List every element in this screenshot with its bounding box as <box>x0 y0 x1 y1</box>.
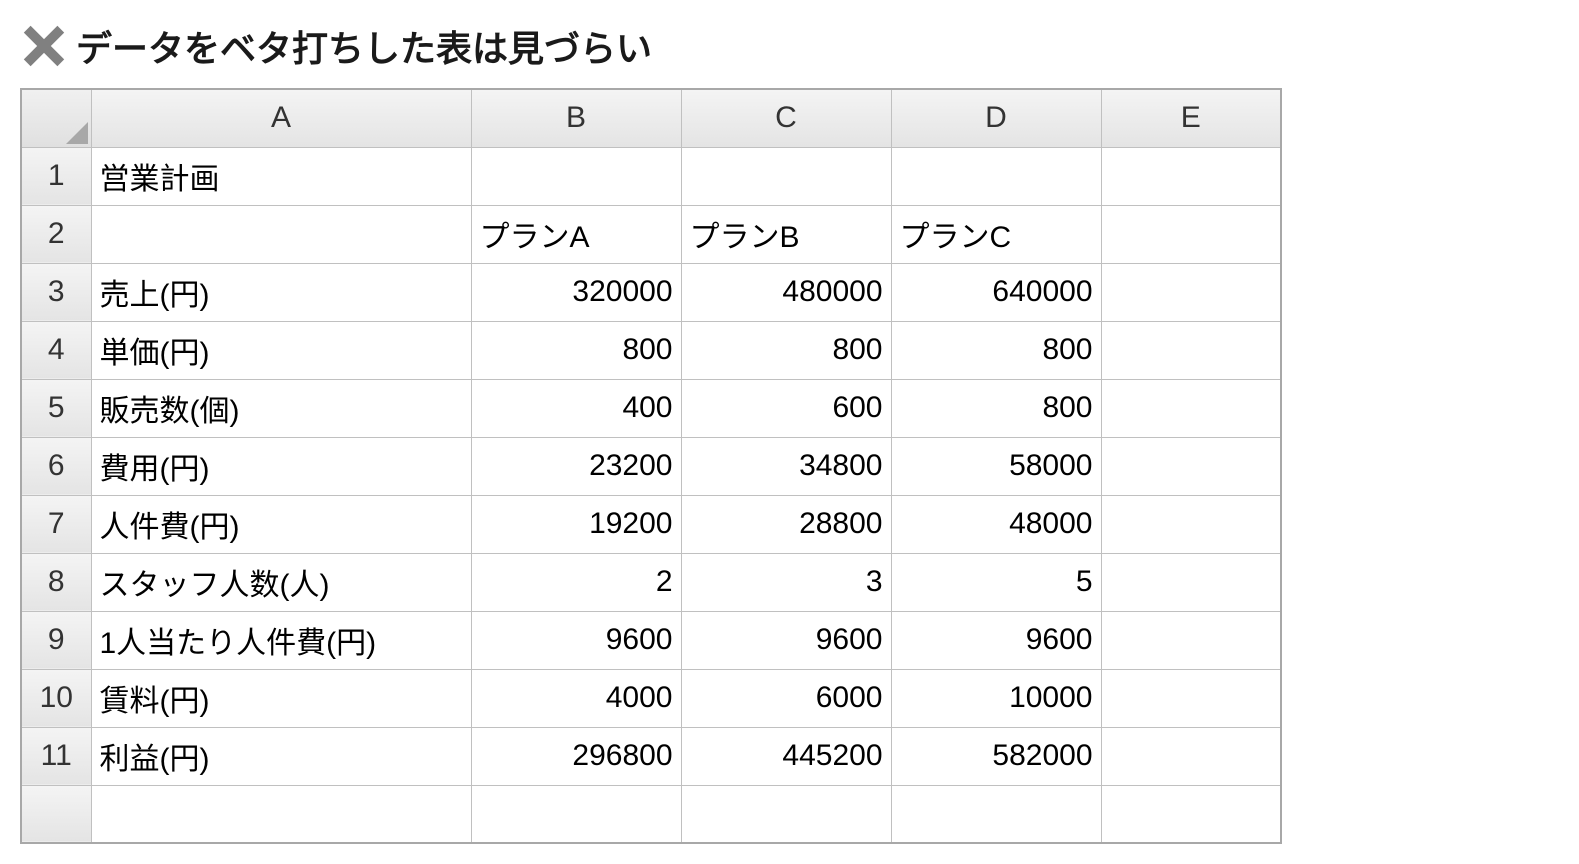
cell-A11[interactable]: 利益(円) <box>91 727 471 785</box>
cell-D6[interactable]: 58000 <box>891 437 1101 495</box>
cell-A5[interactable]: 販売数(個) <box>91 379 471 437</box>
cell-D1[interactable] <box>891 147 1101 205</box>
cell-B8[interactable]: 2 <box>471 553 681 611</box>
table-row: 1 営業計画 <box>21 147 1281 205</box>
cell-C10[interactable]: 6000 <box>681 669 891 727</box>
table-row: 6 費用(円) 23200 34800 58000 <box>21 437 1281 495</box>
cell-A8[interactable]: スタッフ人数(人) <box>91 553 471 611</box>
page-heading: データをベタ打ちした表は見づらい <box>20 20 1559 72</box>
cell-A6[interactable]: 費用(円) <box>91 437 471 495</box>
table-row: 8 スタッフ人数(人) 2 3 5 <box>21 553 1281 611</box>
col-header-D[interactable]: D <box>891 89 1101 147</box>
cell-D3[interactable]: 640000 <box>891 263 1101 321</box>
cell-B10[interactable]: 4000 <box>471 669 681 727</box>
cell-C6[interactable]: 34800 <box>681 437 891 495</box>
spreadsheet-grid: A B C D E 1 営業計画 2 プランA プランB プランC 3 売上(円… <box>20 88 1282 844</box>
cell-B11[interactable]: 296800 <box>471 727 681 785</box>
table-row: 4 単価(円) 800 800 800 <box>21 321 1281 379</box>
row-header-1[interactable]: 1 <box>21 147 91 205</box>
cell-A7[interactable]: 人件費(円) <box>91 495 471 553</box>
col-header-E[interactable]: E <box>1101 89 1281 147</box>
cell-B1[interactable] <box>471 147 681 205</box>
col-header-B[interactable]: B <box>471 89 681 147</box>
row-header-12[interactable] <box>21 785 91 843</box>
cell-C5[interactable]: 600 <box>681 379 891 437</box>
cell-A3[interactable]: 売上(円) <box>91 263 471 321</box>
cell-D9[interactable]: 9600 <box>891 611 1101 669</box>
cell-A2[interactable] <box>91 205 471 263</box>
row-header-3[interactable]: 3 <box>21 263 91 321</box>
cell-B5[interactable]: 400 <box>471 379 681 437</box>
cell-D2[interactable]: プランC <box>891 205 1101 263</box>
cell-E11[interactable] <box>1101 727 1281 785</box>
cell-C4[interactable]: 800 <box>681 321 891 379</box>
cell-C8[interactable]: 3 <box>681 553 891 611</box>
row-header-4[interactable]: 4 <box>21 321 91 379</box>
table-row: 10 賃料(円) 4000 6000 10000 <box>21 669 1281 727</box>
cell-B4[interactable]: 800 <box>471 321 681 379</box>
cell-B9[interactable]: 9600 <box>471 611 681 669</box>
row-header-5[interactable]: 5 <box>21 379 91 437</box>
row-header-7[interactable]: 7 <box>21 495 91 553</box>
cell-A4[interactable]: 単価(円) <box>91 321 471 379</box>
table-row: 5 販売数(個) 400 600 800 <box>21 379 1281 437</box>
row-header-6[interactable]: 6 <box>21 437 91 495</box>
cell-E8[interactable] <box>1101 553 1281 611</box>
cell-E2[interactable] <box>1101 205 1281 263</box>
cell-D7[interactable]: 48000 <box>891 495 1101 553</box>
cell-D8[interactable]: 5 <box>891 553 1101 611</box>
col-header-C[interactable]: C <box>681 89 891 147</box>
cell-E9[interactable] <box>1101 611 1281 669</box>
cell-C9[interactable]: 9600 <box>681 611 891 669</box>
cell-E5[interactable] <box>1101 379 1281 437</box>
cell-C11[interactable]: 445200 <box>681 727 891 785</box>
cell-B12[interactable] <box>471 785 681 843</box>
cell-E4[interactable] <box>1101 321 1281 379</box>
cell-E1[interactable] <box>1101 147 1281 205</box>
row-header-10[interactable]: 10 <box>21 669 91 727</box>
col-header-A[interactable]: A <box>91 89 471 147</box>
row-header-8[interactable]: 8 <box>21 553 91 611</box>
cell-A9[interactable]: 1人当たり人件費(円) <box>91 611 471 669</box>
cell-A10[interactable]: 賃料(円) <box>91 669 471 727</box>
cell-D12[interactable] <box>891 785 1101 843</box>
table-row: 3 売上(円) 320000 480000 640000 <box>21 263 1281 321</box>
cell-B7[interactable]: 19200 <box>471 495 681 553</box>
cell-B3[interactable]: 320000 <box>471 263 681 321</box>
cell-C7[interactable]: 28800 <box>681 495 891 553</box>
cell-D11[interactable]: 582000 <box>891 727 1101 785</box>
cell-D5[interactable]: 800 <box>891 379 1101 437</box>
cell-A12[interactable] <box>91 785 471 843</box>
cell-C3[interactable]: 480000 <box>681 263 891 321</box>
select-all-corner[interactable] <box>21 89 91 147</box>
column-header-row: A B C D E <box>21 89 1281 147</box>
heading-text: データをベタ打ちした表は見づらい <box>76 20 652 72</box>
cell-C2[interactable]: プランB <box>681 205 891 263</box>
cell-E7[interactable] <box>1101 495 1281 553</box>
row-header-11[interactable]: 11 <box>21 727 91 785</box>
cell-C1[interactable] <box>681 147 891 205</box>
table-row: 11 利益(円) 296800 445200 582000 <box>21 727 1281 785</box>
cell-E10[interactable] <box>1101 669 1281 727</box>
cell-D4[interactable]: 800 <box>891 321 1101 379</box>
table-row: 9 1人当たり人件費(円) 9600 9600 9600 <box>21 611 1281 669</box>
x-mark-icon <box>20 22 68 70</box>
cell-D10[interactable]: 10000 <box>891 669 1101 727</box>
cell-B2[interactable]: プランA <box>471 205 681 263</box>
cell-A1[interactable]: 営業計画 <box>91 147 471 205</box>
table-row: 7 人件費(円) 19200 28800 48000 <box>21 495 1281 553</box>
cell-C12[interactable] <box>681 785 891 843</box>
table-row-partial <box>21 785 1281 843</box>
row-header-9[interactable]: 9 <box>21 611 91 669</box>
row-header-2[interactable]: 2 <box>21 205 91 263</box>
cell-B6[interactable]: 23200 <box>471 437 681 495</box>
cell-E3[interactable] <box>1101 263 1281 321</box>
cell-E12[interactable] <box>1101 785 1281 843</box>
table-row: 2 プランA プランB プランC <box>21 205 1281 263</box>
cell-E6[interactable] <box>1101 437 1281 495</box>
